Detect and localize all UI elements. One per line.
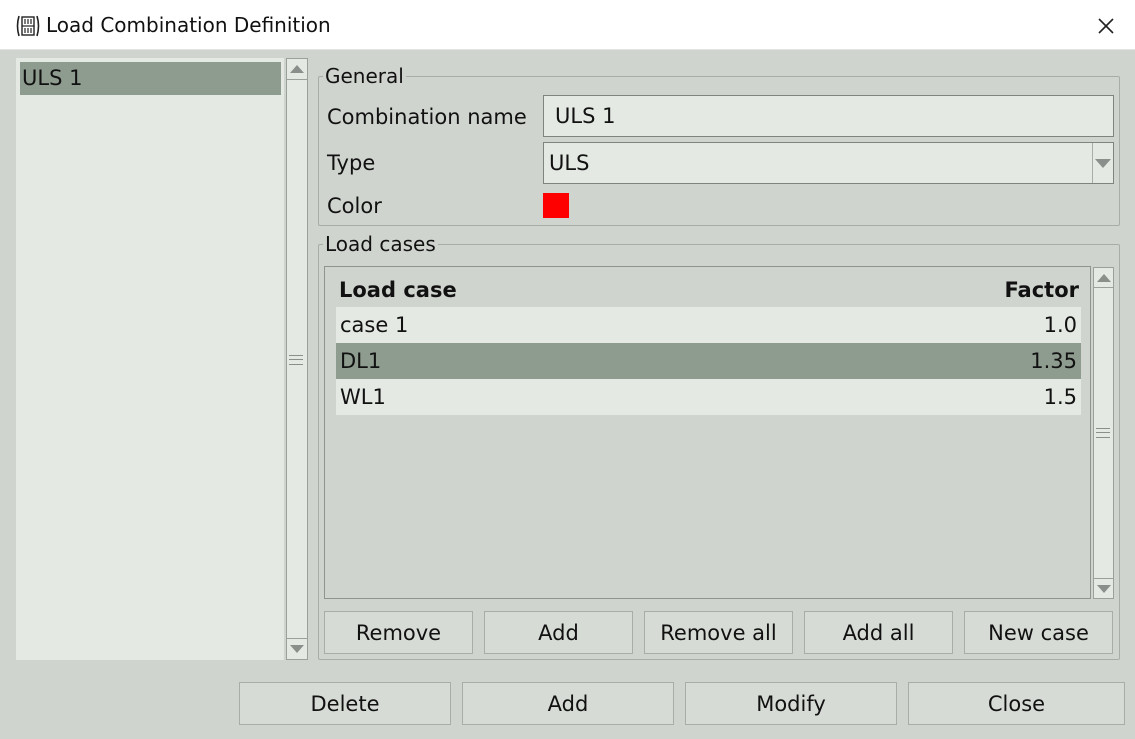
scroll-down-button[interactable] — [286, 638, 308, 660]
color-swatch[interactable] — [543, 193, 569, 218]
combination-list-item[interactable]: ULS 1 — [20, 62, 281, 95]
arrow-down-icon — [1096, 584, 1111, 593]
arrow-up-icon — [290, 65, 304, 73]
remove-case-button[interactable]: Remove — [324, 611, 473, 654]
column-header-load-case[interactable]: Load case — [339, 278, 457, 302]
scroll-up-button[interactable] — [1093, 267, 1114, 288]
load-case-cell: DL1 — [340, 349, 382, 373]
load-case-cell: case 1 — [340, 313, 409, 337]
table-row[interactable]: WL1 1.5 — [336, 379, 1081, 415]
window-title: Load Combination Definition — [46, 13, 331, 37]
load-cases-legend: Load cases — [323, 232, 438, 256]
column-header-factor[interactable]: Factor — [960, 278, 1079, 302]
type-label: Type — [327, 151, 376, 175]
general-legend: General — [323, 64, 406, 88]
combination-name-label: Combination name — [327, 105, 527, 129]
type-select-value: ULS — [549, 151, 590, 175]
add-case-button[interactable]: Add — [484, 611, 633, 654]
factor-cell: 1.0 — [1043, 313, 1077, 337]
remove-all-button[interactable]: Remove all — [644, 611, 793, 654]
chevron-down-icon — [1095, 158, 1111, 168]
combination-name-input[interactable]: ULS 1 — [543, 95, 1114, 137]
factor-cell: 1.5 — [1043, 385, 1077, 409]
add-all-button[interactable]: Add all — [804, 611, 953, 654]
arrow-down-icon — [290, 645, 304, 653]
delete-button[interactable]: Delete — [239, 682, 451, 725]
close-button[interactable]: Close — [908, 682, 1125, 725]
scroll-grip-icon[interactable] — [1096, 428, 1112, 438]
scroll-down-button[interactable] — [1093, 578, 1114, 599]
new-case-button[interactable]: New case — [964, 611, 1113, 654]
add-combination-button[interactable]: Add — [462, 682, 674, 725]
load-case-cell: WL1 — [340, 385, 386, 409]
color-label: Color — [327, 194, 382, 218]
table-row[interactable]: case 1 1.0 — [336, 307, 1081, 343]
factor-cell: 1.35 — [1030, 349, 1077, 373]
modify-button[interactable]: Modify — [685, 682, 897, 725]
type-dropdown-button[interactable] — [1092, 143, 1113, 183]
app-icon — [15, 14, 41, 38]
scroll-grip-icon[interactable] — [289, 355, 305, 365]
table-row-selected[interactable]: DL1 1.35 — [336, 343, 1081, 379]
close-icon[interactable] — [1086, 8, 1126, 44]
type-select[interactable]: ULS — [543, 142, 1114, 184]
arrow-up-icon — [1096, 273, 1111, 282]
combination-list[interactable] — [16, 58, 284, 660]
scroll-up-button[interactable] — [286, 58, 308, 80]
